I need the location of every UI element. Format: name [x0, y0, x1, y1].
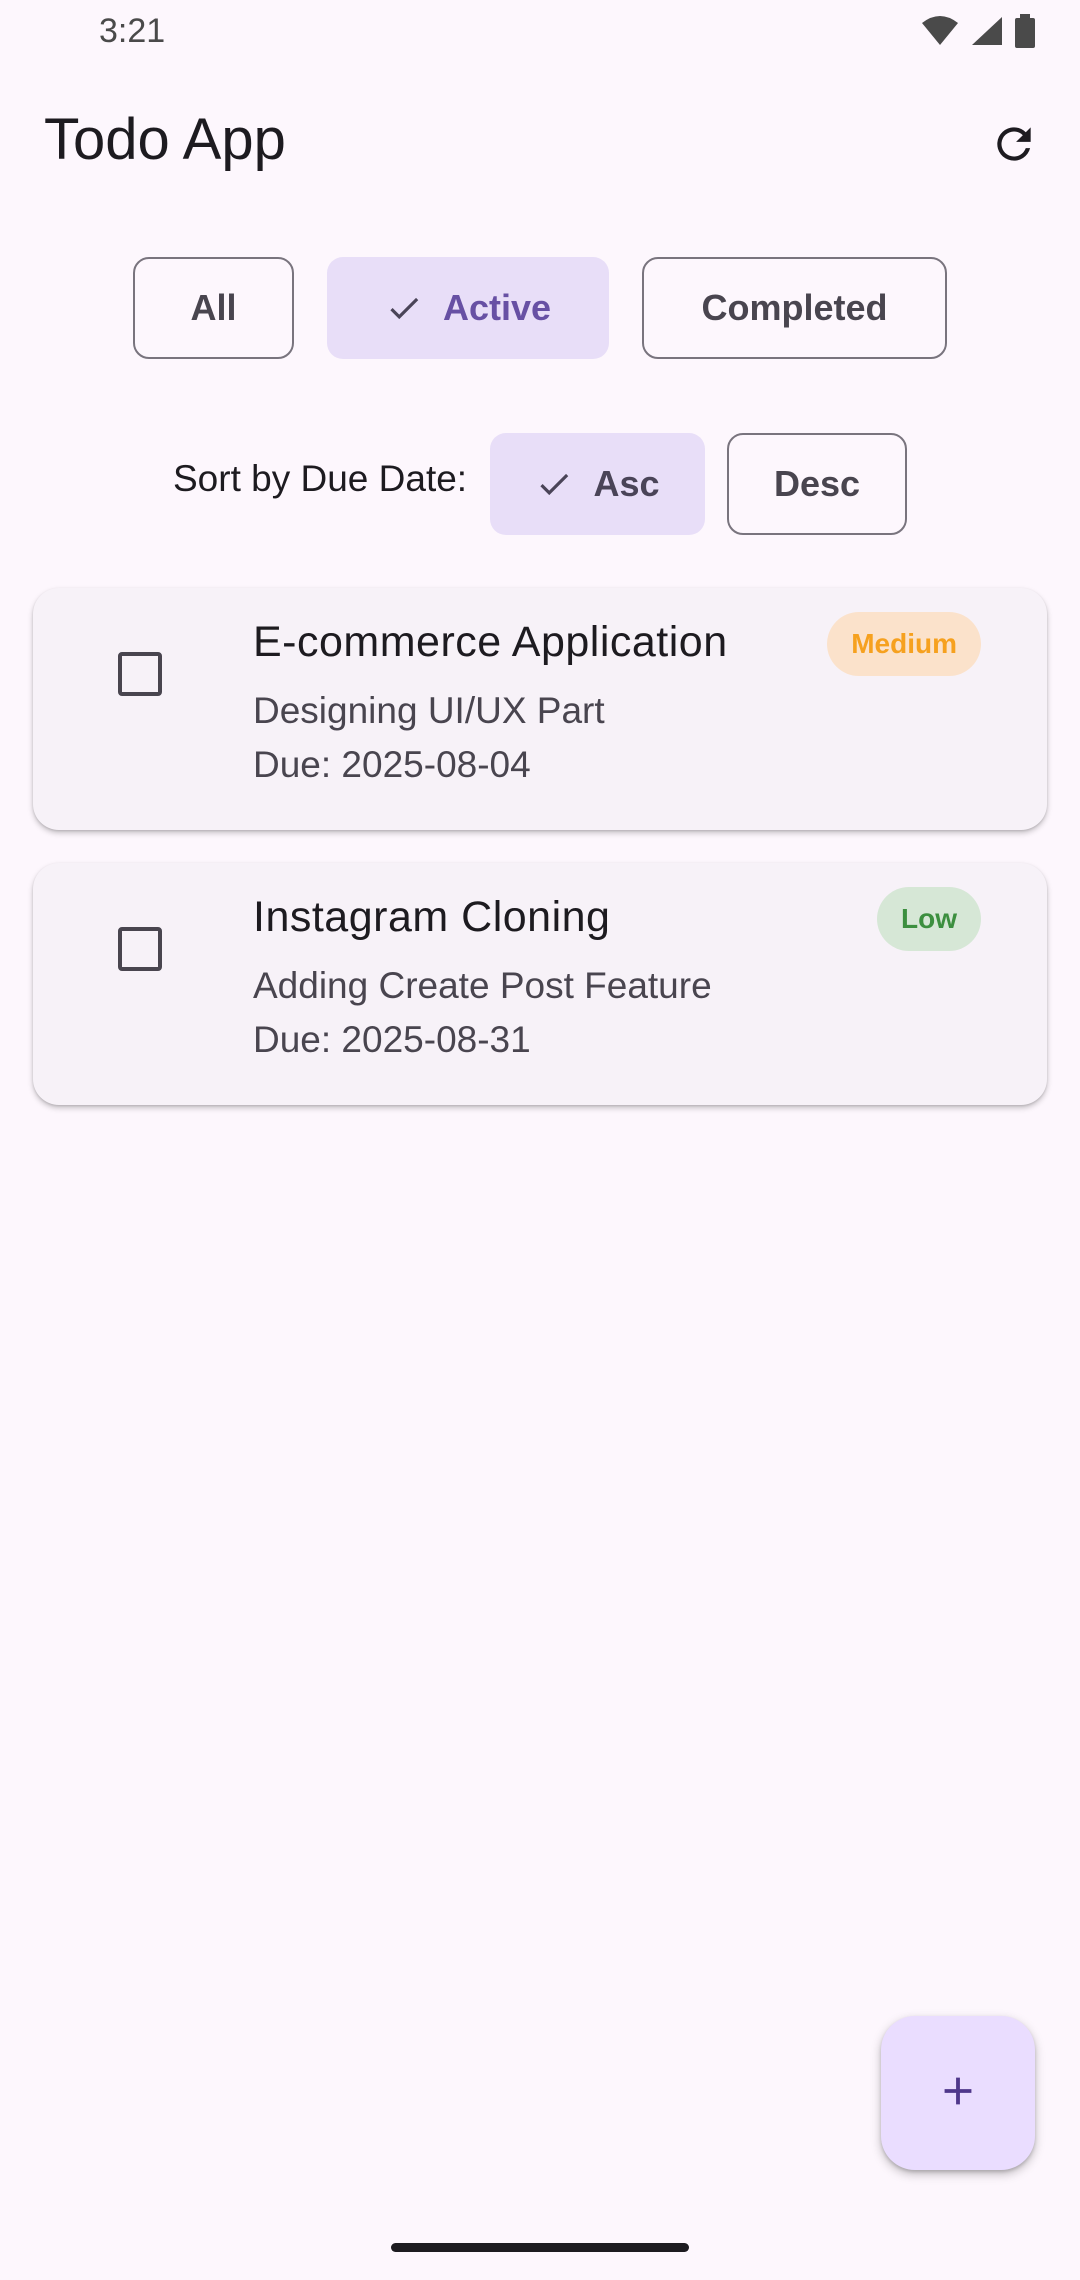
refresh-button[interactable]	[978, 110, 1050, 182]
todo-due-date: Due: 2025-08-04	[253, 744, 531, 785]
cellular-signal-icon	[970, 15, 1004, 47]
sort-chip-desc[interactable]: Desc	[727, 433, 907, 535]
status-time: 3:21	[99, 12, 166, 50]
status-icons	[920, 14, 1036, 48]
priority-badge: Low	[877, 887, 981, 951]
add-todo-button[interactable]	[881, 2016, 1035, 2170]
gesture-navigation-bar[interactable]	[391, 2243, 689, 2252]
sort-chip-label: Asc	[593, 463, 660, 504]
sort-chip-asc[interactable]: Asc	[490, 433, 705, 535]
sort-label: Sort by Due Date:	[173, 458, 468, 499]
todo-title: E-commerce Application	[253, 618, 728, 666]
sort-chip-label: Desc	[773, 463, 861, 504]
filter-chip-label: All	[190, 287, 237, 328]
todo-checkbox[interactable]	[118, 927, 162, 971]
todo-description: Designing UI/UX Part	[253, 690, 605, 731]
app-title: Todo App	[44, 107, 286, 172]
refresh-icon	[989, 119, 1039, 174]
filter-chip-completed[interactable]: Completed	[642, 257, 947, 359]
todo-description: Adding Create Post Feature	[253, 965, 712, 1006]
filter-chip-active[interactable]: Active	[327, 257, 609, 359]
check-icon	[385, 289, 423, 327]
filter-chip-all[interactable]: All	[133, 257, 294, 359]
todo-card[interactable]: E-commerce Application Designing UI/UX P…	[33, 588, 1047, 830]
status-bar: 3:21	[0, 0, 1080, 66]
todo-card[interactable]: Instagram Cloning Adding Create Post Fea…	[33, 863, 1047, 1105]
filter-chip-label: Completed	[701, 287, 888, 328]
filter-chip-label: Active	[442, 287, 552, 328]
priority-badge: Medium	[827, 612, 981, 676]
todo-title: Instagram Cloning	[253, 893, 611, 941]
todo-screen: 3:21 Todo App All Active Completed Sort …	[0, 0, 1080, 2280]
wifi-icon	[920, 15, 960, 47]
todo-due-date: Due: 2025-08-31	[253, 1019, 531, 1060]
check-icon	[535, 465, 573, 503]
add-icon	[935, 2068, 981, 2119]
battery-icon	[1014, 14, 1036, 48]
todo-checkbox[interactable]	[118, 652, 162, 696]
